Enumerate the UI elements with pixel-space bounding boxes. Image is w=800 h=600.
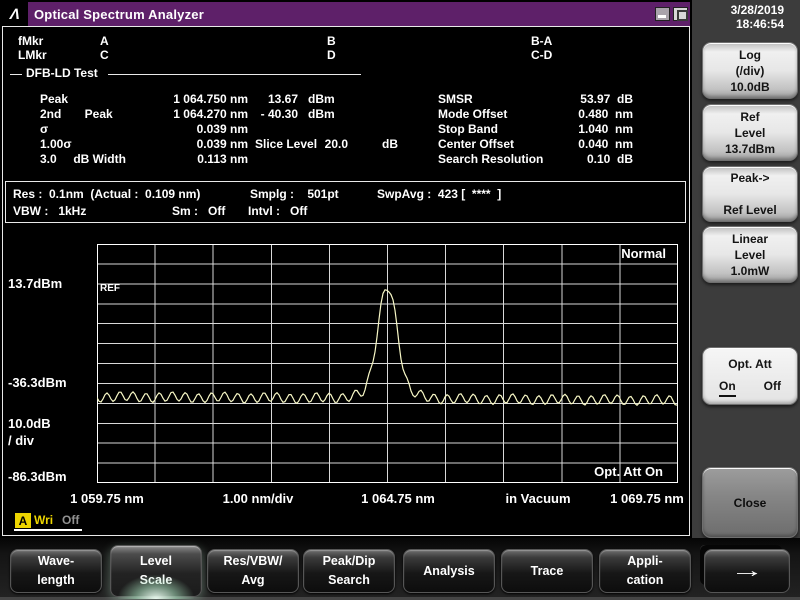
menu-application[interactable]: Appli-cation [599, 549, 691, 593]
y-axis-scale-unit: / div [8, 434, 34, 447]
fmkr-label: fMkr [18, 35, 43, 48]
marker-b-label: B [327, 35, 336, 48]
y-axis-ref-level: 13.7dBm [8, 277, 62, 290]
menu-trace[interactable]: Trace [501, 549, 593, 593]
y-axis-scale: 10.0dB [8, 417, 51, 430]
analysis-row-value: 0.10 dB [480, 153, 633, 166]
trace-write-state: Off [62, 514, 79, 527]
analysis-row-label: 1.00σ [40, 138, 72, 151]
slice-level-value: 20.0 [300, 138, 348, 151]
x-axis-stop: 1 069.75 nm [587, 492, 707, 505]
title-bar: Λ Optical Spectrum Analyzer [2, 2, 690, 26]
menu-wavelength[interactable]: Wave-length [10, 549, 102, 593]
trace-a-badge: A [15, 513, 31, 528]
group-rule-left [10, 74, 22, 75]
opt-att-on-option[interactable]: On [719, 378, 736, 397]
ref-line-label: REF [100, 284, 120, 294]
osa-screen: { "window": { "title": "Optical Spectrum… [0, 0, 800, 600]
lmkr-label: LMkr [18, 49, 47, 62]
marker-a-label: A [100, 35, 109, 48]
analysis-group-title: DFB-LD Test [26, 67, 98, 80]
time-label: 18:46:54 [692, 17, 784, 31]
analysis-row-level: 13.67 [228, 93, 298, 106]
menu-more-arrow[interactable]: → [704, 549, 790, 593]
menu-analysis[interactable]: Analysis [403, 549, 495, 593]
analysis-row-unit: dBm [308, 108, 335, 121]
sweep-average-setting: SwpAvg : 423 [ **** ] [377, 188, 501, 201]
x-axis-medium: in Vacuum [478, 492, 598, 505]
x-axis-center: 1 064.75 nm [338, 492, 458, 505]
menu-level-scale[interactable]: LevelScale [110, 545, 202, 597]
x-axis-start: 1 059.75 nm [47, 492, 167, 505]
window-title: Optical Spectrum Analyzer [34, 7, 204, 22]
marker-d-label: D [327, 49, 336, 62]
date-label: 3/28/2019 [692, 3, 784, 17]
smooth-setting: Sm : Off [172, 205, 225, 218]
maximize-button[interactable] [673, 7, 688, 21]
softkey-opt-att[interactable]: Opt. Att On Off [702, 347, 798, 405]
softkey-ref-level[interactable]: Ref Level 13.7dBm [702, 104, 798, 161]
spectrum-plot [97, 244, 678, 483]
trace-underline [14, 529, 82, 531]
interval-setting: Intvl : Off [248, 205, 307, 218]
minimize-button[interactable] [655, 7, 670, 21]
group-rule-right [108, 74, 361, 75]
analysis-row-wavelength: 0.039 nm [130, 138, 248, 151]
res-setting: Res : 0.1nm (Actual : 0.109 nm) [13, 188, 200, 201]
analysis-row-label: 2nd Peak [40, 108, 113, 121]
analysis-row-wavelength: 0.039 nm [130, 123, 248, 136]
datetime-display: 3/28/2019 18:46:54 [692, 3, 784, 31]
softkey-log-div[interactable]: Log (/div) 10.0dB [702, 42, 798, 99]
slice-level-unit: dB [382, 138, 398, 151]
marker-c-label: C [100, 49, 109, 62]
analysis-row-value: 1.040 nm [480, 123, 633, 136]
softkey-close[interactable]: Close [702, 467, 798, 538]
sampling-setting: Smplg : 501pt [250, 188, 339, 201]
softkey-linear-level[interactable]: Linear Level 1.0mW [702, 226, 798, 283]
y-axis-bottom-level: -86.3dBm [8, 470, 67, 483]
opt-att-status-label: Opt. Att On [551, 465, 663, 478]
softkey-peak-to-ref-level[interactable]: Peak-> Ref Level [702, 166, 798, 222]
analysis-row-value: 0.480 nm [480, 108, 633, 121]
anritsu-logo-icon: Λ [2, 2, 28, 26]
analysis-row-value: 0.040 nm [480, 138, 633, 151]
analysis-row-label: 3.0 dB Width [40, 153, 126, 166]
analysis-row-label: σ [40, 123, 48, 136]
vbw-setting: VBW : 1kHz [13, 205, 86, 218]
analysis-row-value: 53.97 dB [480, 93, 633, 106]
analysis-row-unit: dBm [308, 93, 335, 106]
menu-res-vbw-avg[interactable]: Res/VBW/Avg [207, 549, 299, 593]
y-axis-mid-level: -36.3dBm [8, 376, 67, 389]
menu-peak-dip-search[interactable]: Peak/DipSearch [303, 549, 395, 593]
analysis-row-label: Peak [40, 93, 68, 106]
analysis-row-label: SMSR [438, 93, 473, 106]
x-axis-span: 1.00 nm/div [198, 492, 318, 505]
trace-write-mode: Wri [34, 514, 53, 527]
trace-mode-label: Normal [556, 247, 666, 260]
marker-ba-label: B-A [531, 35, 552, 48]
right-arrow-icon: → [730, 562, 764, 581]
analysis-row-level: - 40.30 [228, 108, 298, 121]
opt-att-off-option[interactable]: Off [764, 378, 781, 397]
marker-cd-label: C-D [531, 49, 552, 62]
analysis-row-wavelength: 0.113 nm [130, 153, 248, 166]
